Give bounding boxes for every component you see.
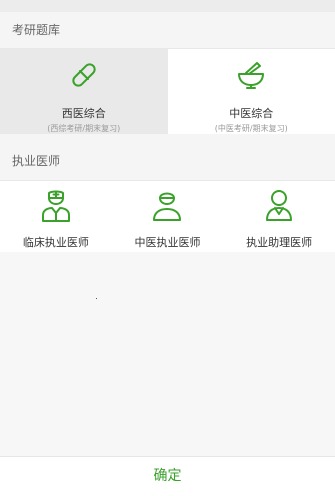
item-linchuang-zhiye[interactable]: 临床执业医师 xyxy=(0,181,112,252)
card-title: 西医综合 xyxy=(61,107,106,120)
card-subtitle: (西综考研/期末复习) xyxy=(47,124,121,133)
item-zhiye-zhuli[interactable]: 执业助理医师 xyxy=(223,181,335,252)
zhiye-items: 临床执业医师 中医执业医师 执业助理医师 xyxy=(0,181,335,252)
item-label: 执业助理医师 xyxy=(246,236,313,249)
nurse-doctor-icon xyxy=(40,181,72,226)
section-header-zhiye: 执业医师 xyxy=(0,142,335,181)
empty-content-area xyxy=(0,252,335,456)
mortar-pestle-icon xyxy=(235,49,267,95)
assistant-doctor-icon xyxy=(263,181,295,226)
card-title: 中医综合 xyxy=(229,107,274,120)
item-label: 中医执业医师 xyxy=(134,236,201,249)
confirm-button[interactable]: 确定 xyxy=(0,456,335,496)
section-header-kaoyan: 考研题库 xyxy=(0,12,335,49)
kaoyan-cards: 西医综合 (西综考研/期末复习) 中医综合 (中医考研/期末复习) xyxy=(0,49,335,134)
stray-dot xyxy=(96,298,97,299)
card-subtitle: (中医考研/期末复习) xyxy=(214,124,288,133)
card-xiyi-zonghe[interactable]: 西医综合 (西综考研/期末复习) xyxy=(0,49,168,134)
doctor-cap-icon xyxy=(151,181,183,226)
item-zhongyi-zhiye[interactable]: 中医执业医师 xyxy=(112,181,224,252)
item-label: 临床执业医师 xyxy=(22,236,89,249)
card-zhongyi-zonghe[interactable]: 中医综合 (中医考研/期末复习) xyxy=(167,49,335,134)
section-gap xyxy=(0,134,335,142)
pill-capsule-icon xyxy=(68,49,100,95)
top-strip xyxy=(0,0,335,12)
